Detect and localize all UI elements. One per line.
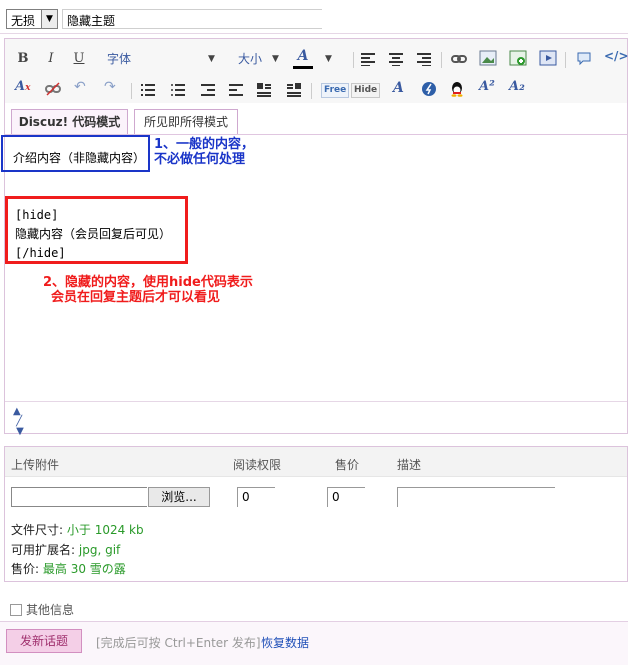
other-info-checkbox[interactable] <box>10 604 22 616</box>
hide-open-tag: [hide] <box>15 208 59 222</box>
link-icon[interactable] <box>451 52 467 66</box>
font-chevron-icon[interactable]: ▼ <box>208 49 215 69</box>
col-read-perm-header: 阅读权限 <box>233 458 282 472</box>
align-left-icon[interactable] <box>361 52 375 66</box>
editor-toolbar: B I U 字体 ▼ 大小 ▼ A ▼ </> Ax ↶ ↷ Free Hide… <box>5 39 628 103</box>
flash-icon[interactable] <box>421 81 437 97</box>
attachment-header: 上传附件 阅读权限 售价 描述 <box>5 447 627 477</box>
read-perm-input[interactable]: 0 <box>237 487 275 507</box>
chevron-down-icon[interactable]: ▼ <box>41 10 57 28</box>
size-dropdown[interactable]: 大小 <box>238 49 262 69</box>
col-upload-header: 上传附件 <box>11 458 60 472</box>
float-left-icon[interactable] <box>257 83 271 97</box>
redo-icon[interactable]: ↷ <box>104 79 116 95</box>
price-input[interactable]: 0 <box>327 487 365 507</box>
col-desc-header: 描述 <box>397 458 422 472</box>
font-dropdown[interactable]: 字体 <box>107 49 131 69</box>
quote-icon[interactable] <box>576 51 592 66</box>
submit-hint: [完成后可按 Ctrl+Enter 发布] <box>96 636 261 650</box>
free-tag-button[interactable]: Free <box>321 83 350 98</box>
color-chevron-icon[interactable]: ▼ <box>325 49 332 69</box>
intro-text: 介绍内容（非隐藏内容） <box>13 151 146 165</box>
footer-bar: 发新话题 [完成后可按 Ctrl+Enter 发布] 恢复数据 <box>0 621 628 665</box>
normal-content-annotation: 1、一般的内容， 不必做任何处理 <box>154 137 254 167</box>
outdent-icon[interactable] <box>201 83 215 97</box>
text-color-icon: A <box>297 48 309 64</box>
tab-code-mode[interactable]: Discuz! 代码模式 <box>11 109 128 135</box>
italic-button[interactable]: I <box>41 49 61 69</box>
image-icon[interactable] <box>479 50 497 66</box>
restore-data-link[interactable]: 恢复数据 <box>261 634 309 651</box>
subscript-icon[interactable]: A₂ <box>509 79 525 94</box>
type-select-value: 无损 <box>11 14 36 28</box>
float-right-icon[interactable] <box>287 83 301 97</box>
annotation-line: 2、隐藏的内容，使用hide代码表示 <box>43 275 253 290</box>
hidden-content-annotation: 2、隐藏的内容，使用hide代码表示 会员在回复主题后才可以看见 <box>43 275 253 305</box>
undo-icon[interactable]: ↶ <box>74 79 86 95</box>
submit-button[interactable]: 发新话题 <box>6 629 82 653</box>
resize-handle-icon[interactable]: ▲ ╱ ▼ <box>13 407 24 437</box>
font-style-icon[interactable]: A <box>393 80 404 96</box>
qq-icon[interactable] <box>449 81 465 97</box>
file-path-input[interactable] <box>11 487 147 507</box>
hide-body-text: 隐藏内容（会员回复后可见） <box>15 227 172 241</box>
col-price-header: 售价 <box>335 458 360 472</box>
code-icon[interactable]: </> <box>604 49 628 63</box>
file-size-info: 文件尺寸: 小于 1024 kb <box>11 523 144 537</box>
hide-code-block: [hide] 隐藏内容（会员回复后可见） [/hide] <box>15 206 171 263</box>
price-info: 售价: 最高 30 雪の露 <box>11 562 126 576</box>
description-input[interactable] <box>397 487 555 507</box>
divider <box>0 33 628 34</box>
superscript-icon[interactable]: A² <box>479 79 495 94</box>
subject-input[interactable]: 隐藏主题 <box>62 9 322 29</box>
size-chevron-icon[interactable]: ▼ <box>272 49 279 69</box>
other-info-toggle[interactable]: 其他信息 <box>10 601 74 618</box>
extensions-info: 可用扩展名: jpg, gif <box>11 543 121 557</box>
hide-close-tag: [/hide] <box>15 246 66 260</box>
align-center-icon[interactable] <box>389 52 403 66</box>
text-color-button[interactable]: A <box>292 48 314 70</box>
type-select[interactable]: 无损 ▼ <box>6 9 58 29</box>
editor: B I U 字体 ▼ 大小 ▼ A ▼ </> Ax ↶ ↷ Free Hide… <box>1 38 628 437</box>
media-icon[interactable] <box>539 50 557 66</box>
title-row: 无损 ▼ 隐藏主题 <box>0 0 628 38</box>
attachment-panel: 上传附件 阅读权限 售价 描述 浏览... 0 0 文件尺寸: 小于 1024 … <box>4 446 628 582</box>
hide-tag-button[interactable]: Hide <box>351 83 381 98</box>
annotation-line: 1、一般的内容， <box>154 137 255 152</box>
browse-button[interactable]: 浏览... <box>148 487 210 507</box>
tab-wysiwyg-mode[interactable]: 所见即所得模式 <box>134 109 238 135</box>
annotation-line: 会员在回复主题后才可以看见 <box>51 290 221 305</box>
unlink-icon[interactable] <box>45 82 61 96</box>
remove-format-icon[interactable]: Ax <box>15 79 30 94</box>
align-right-icon[interactable] <box>417 52 431 66</box>
insert-image-icon[interactable] <box>509 50 527 66</box>
annotation-line: 不必做任何处理 <box>154 152 246 167</box>
bold-button[interactable]: B <box>13 49 33 69</box>
ordered-list-icon[interactable] <box>141 83 155 97</box>
other-info-label: 其他信息 <box>26 603 75 617</box>
unordered-list-icon[interactable] <box>171 83 185 97</box>
indent-icon[interactable] <box>229 83 243 97</box>
underline-button[interactable]: U <box>69 49 89 69</box>
